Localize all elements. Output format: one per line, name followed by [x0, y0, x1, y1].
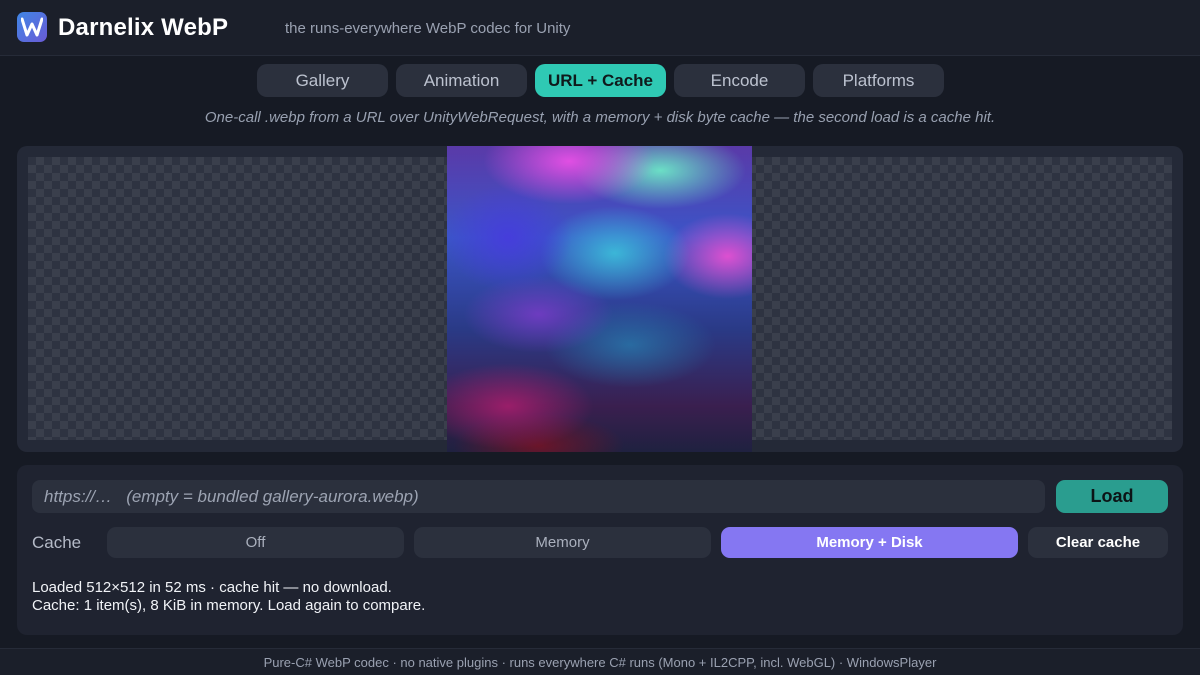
page-subtitle: One-call .webp from a URL over UnityWebR…: [204, 109, 996, 126]
tab-encode[interactable]: Encode: [674, 64, 805, 97]
tab-animation[interactable]: Animation: [396, 64, 527, 97]
app-tagline: the runs-everywhere WebP codec for Unity: [285, 20, 571, 37]
cache-option-memory-disk[interactable]: Memory + Disk: [721, 527, 1018, 558]
url-input[interactable]: [32, 480, 1045, 513]
app-header: Darnelix WebP the runs-everywhere WebP c…: [0, 0, 1200, 56]
status-line-load: Loaded 512×512 in 52 ms · cache hit — no…: [32, 579, 392, 596]
logo-icon: [17, 12, 47, 42]
status-line-cache: Cache: 1 item(s), 8 KiB in memory. Load …: [32, 597, 426, 614]
tab-bar: Gallery Animation URL + Cache Encode Pla…: [257, 64, 944, 97]
controls-panel: Load Cache Off Memory Memory + Disk Clea…: [17, 465, 1183, 635]
clear-cache-button[interactable]: Clear cache: [1028, 527, 1168, 558]
preview-image-aurora: [447, 146, 752, 452]
cache-label: Cache: [32, 533, 82, 552]
app-title: Darnelix WebP: [58, 14, 229, 41]
tab-platforms[interactable]: Platforms: [813, 64, 944, 97]
load-button[interactable]: Load: [1056, 480, 1168, 513]
tab-url-cache[interactable]: URL + Cache: [535, 64, 666, 97]
cache-option-off[interactable]: Off: [107, 527, 404, 558]
preview-panel: [17, 146, 1183, 452]
status-text: Loaded 512×512 in 52 ms · cache hit — no…: [32, 579, 425, 615]
footer: Pure-C# WebP codec · no native plugins ·…: [0, 648, 1200, 675]
cache-option-memory[interactable]: Memory: [414, 527, 711, 558]
tab-gallery[interactable]: Gallery: [257, 64, 388, 97]
